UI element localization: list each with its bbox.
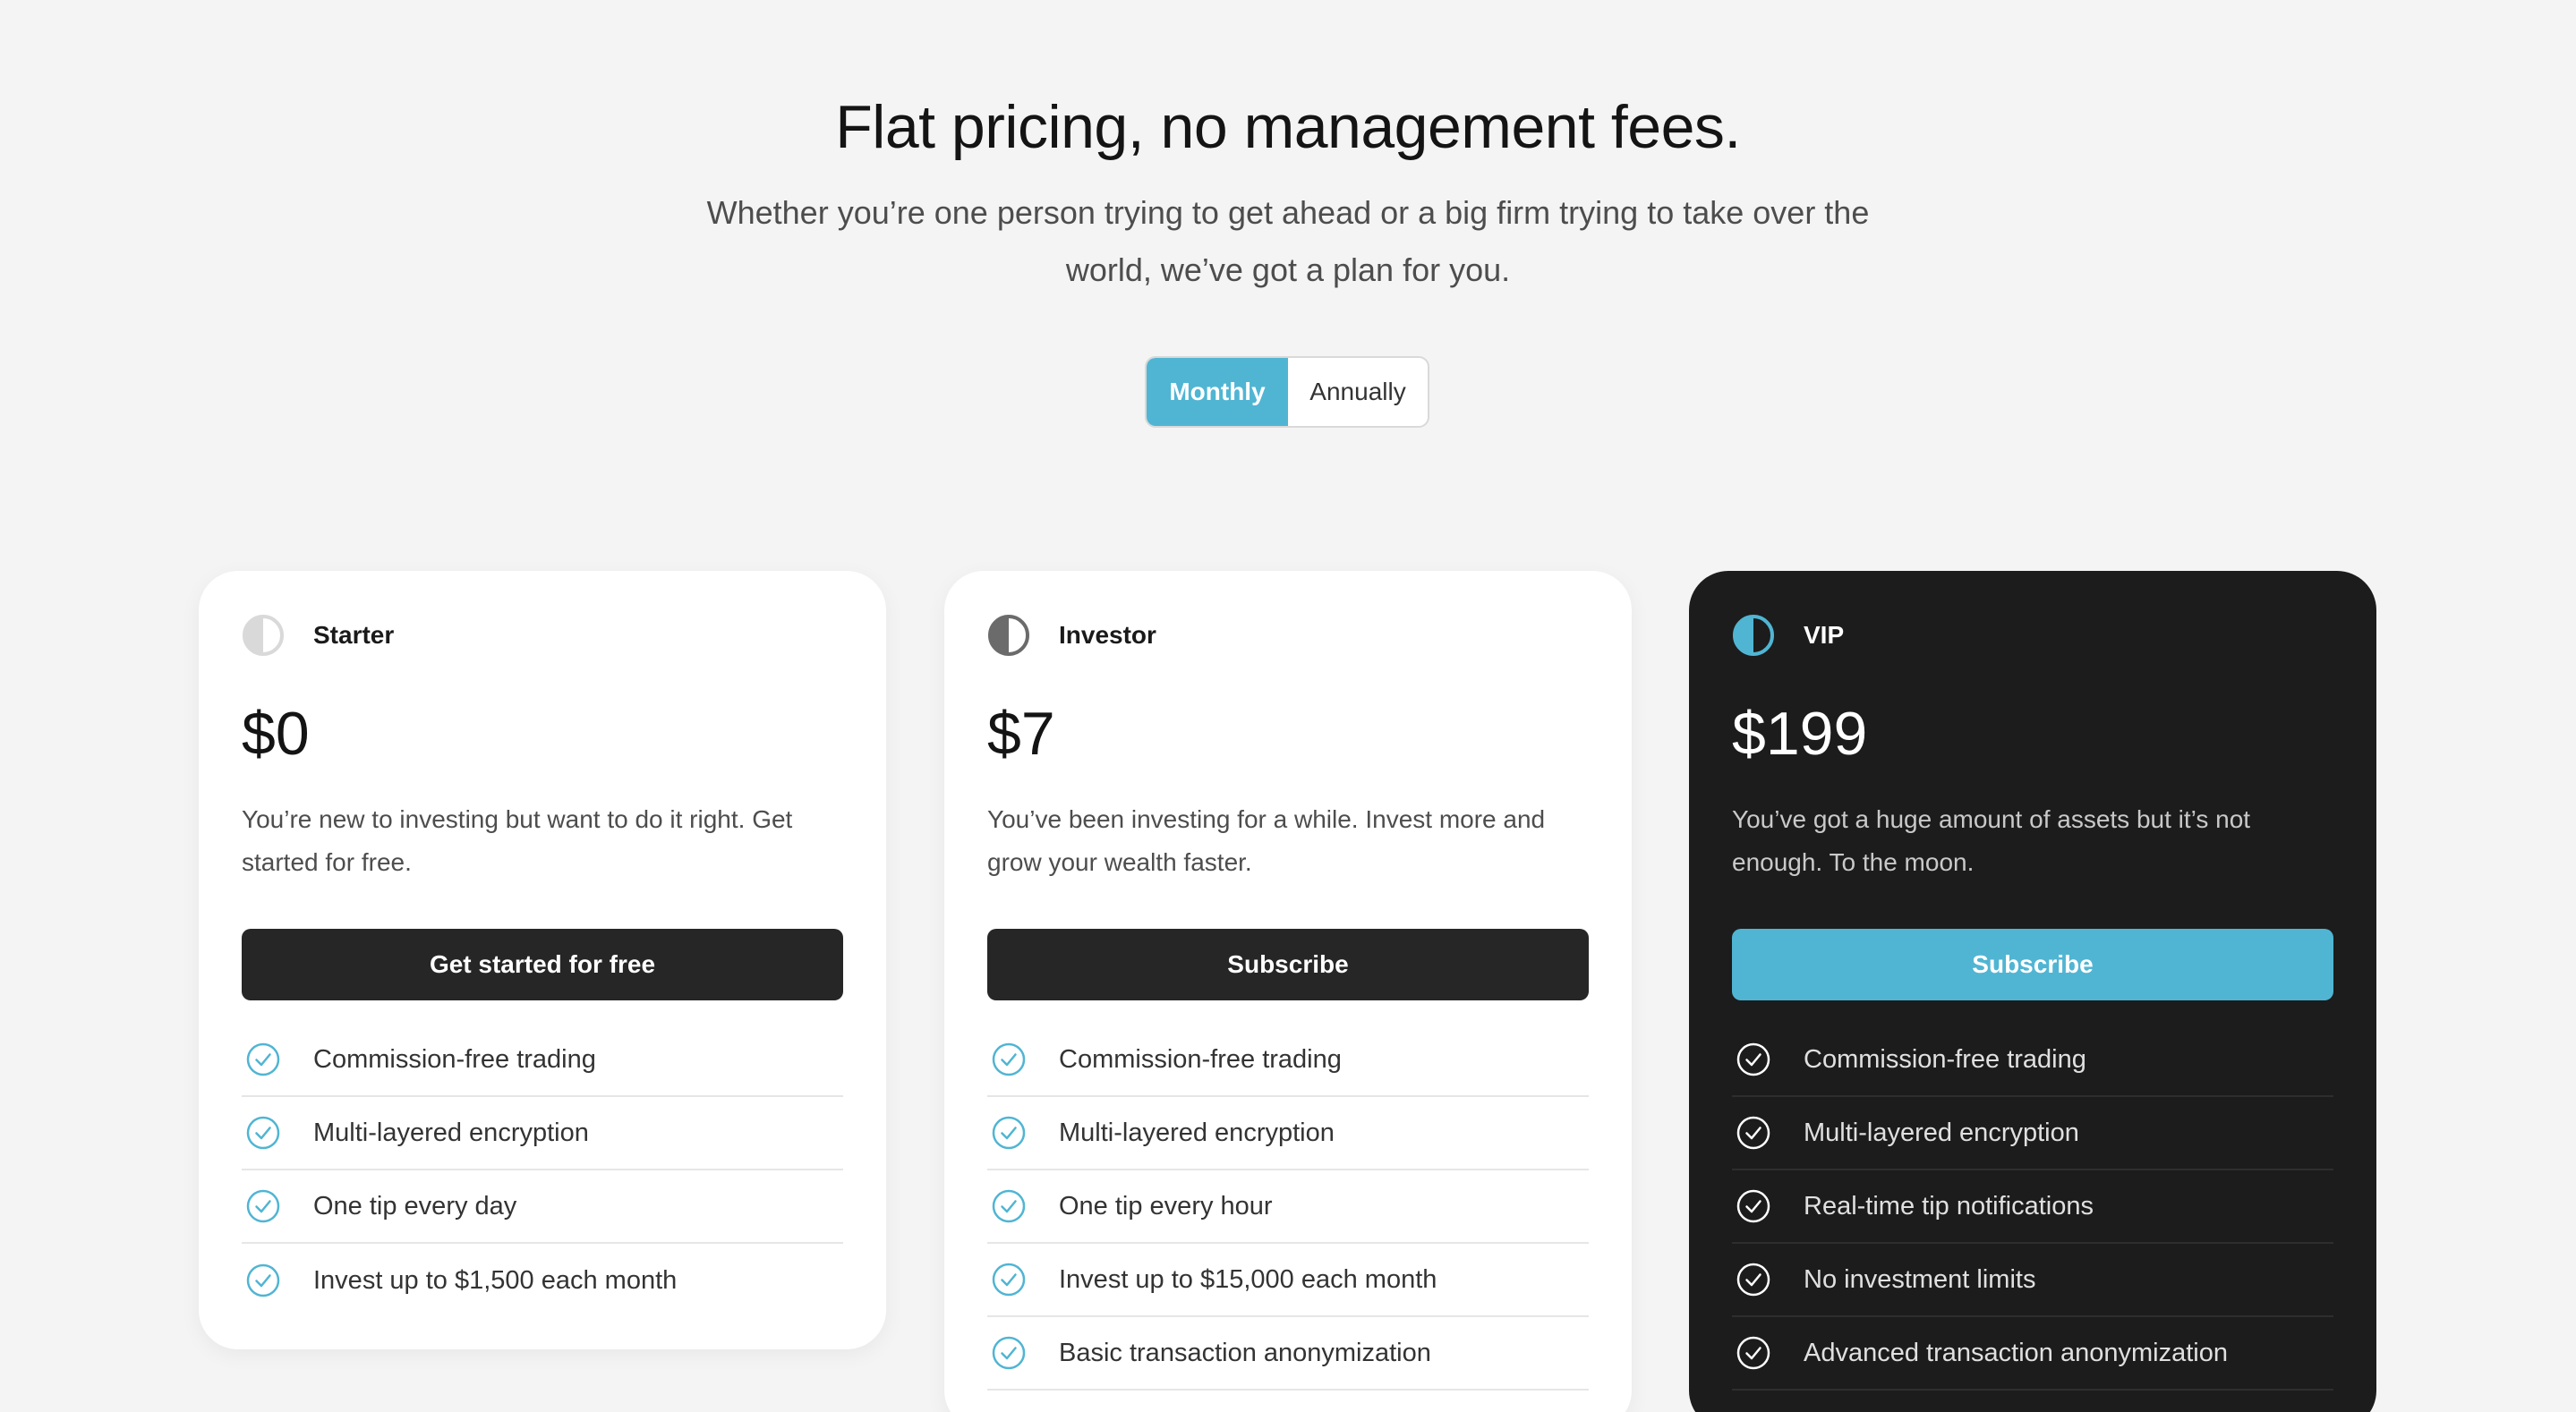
- feature-item: Multi-layered encryption: [987, 1097, 1589, 1170]
- check-circle-icon: [1736, 1189, 1770, 1223]
- check-circle-icon: [992, 1336, 1026, 1370]
- feature-item: Commission-free trading: [1732, 1024, 2333, 1097]
- feature-label: Basic transaction anonymization: [1059, 1338, 1431, 1367]
- page-subtitle: Whether you’re one person trying to get …: [706, 194, 1870, 288]
- feature-item: Invest up to $1,500 each month: [242, 1244, 843, 1317]
- plan-description: You’ve been investing for a while. Inves…: [987, 805, 1546, 876]
- feature-list: Commission-free trading Multi-layered en…: [242, 1024, 843, 1317]
- check-circle-icon: [246, 1263, 280, 1297]
- plan-description: You’ve got a huge amount of assets but i…: [1732, 805, 2251, 876]
- feature-item: Basic transaction anonymization: [987, 1317, 1589, 1391]
- billing-period-toggle: Monthly Annually: [1145, 356, 1429, 428]
- feature-item: Commission-free trading: [987, 1024, 1589, 1097]
- feature-label: Commission-free trading: [1804, 1044, 2086, 1074]
- plan-header: Starter: [242, 614, 394, 657]
- check-circle-icon: [992, 1263, 1026, 1297]
- subscribe-button[interactable]: Subscribe: [987, 929, 1589, 1000]
- plan-price: $0: [242, 700, 310, 768]
- plan-name: Investor: [1059, 621, 1156, 649]
- feature-label: Multi-layered encryption: [1804, 1118, 2079, 1147]
- plan-price: $7: [987, 700, 1055, 768]
- get-started-button[interactable]: Get started for free: [242, 929, 843, 1000]
- plan-card-starter: Starter $0 You’re new to investing but w…: [199, 571, 886, 1349]
- check-circle-icon: [1736, 1263, 1770, 1297]
- plan-header: VIP: [1732, 614, 1844, 657]
- half-circle-light-icon: [243, 615, 284, 656]
- plan-price: $199: [1732, 700, 1868, 768]
- check-circle-icon: [246, 1116, 280, 1150]
- plan-description: You’re new to investing but want to do i…: [242, 805, 793, 876]
- page-title: Flat pricing, no management fees.: [835, 93, 1741, 161]
- check-circle-icon: [992, 1189, 1026, 1223]
- half-circle-blue-icon: [1733, 615, 1774, 656]
- pricing-page: Flat pricing, no management fees. Whethe…: [0, 0, 2576, 1412]
- check-circle-icon: [1736, 1042, 1770, 1076]
- feature-label: One tip every day: [313, 1191, 517, 1221]
- feature-item: One tip every hour: [987, 1170, 1589, 1244]
- feature-label: Commission-free trading: [1059, 1044, 1342, 1074]
- check-circle-icon: [246, 1189, 280, 1223]
- plan-card-vip: VIP $199 You’ve got a huge amount of ass…: [1689, 571, 2376, 1412]
- check-circle-icon: [992, 1116, 1026, 1150]
- feature-list: Commission-free trading Multi-layered en…: [987, 1024, 1589, 1391]
- feature-item: Multi-layered encryption: [242, 1097, 843, 1170]
- plan-name: VIP: [1804, 621, 1845, 649]
- feature-item: Invest up to $15,000 each month: [987, 1244, 1589, 1317]
- feature-label: Invest up to $1,500 each month: [313, 1265, 678, 1295]
- feature-label: No investment limits: [1804, 1264, 2036, 1294]
- feature-item: One tip every day: [242, 1170, 843, 1244]
- feature-item: Commission-free trading: [242, 1024, 843, 1097]
- feature-item: No investment limits: [1732, 1244, 2333, 1317]
- plan-name: Starter: [313, 621, 395, 649]
- plan-card-investor: Investor $7 You’ve been investing for a …: [944, 571, 1632, 1412]
- feature-label: One tip every hour: [1059, 1191, 1273, 1221]
- check-circle-icon: [246, 1042, 280, 1076]
- subscribe-button[interactable]: Subscribe: [1732, 929, 2333, 1000]
- feature-label: Real-time tip notifications: [1804, 1191, 2094, 1221]
- feature-list: Commission-free trading Multi-layered en…: [1732, 1024, 2333, 1391]
- half-circle-gray-icon: [988, 615, 1029, 656]
- feature-item: Multi-layered encryption: [1732, 1097, 2333, 1170]
- check-circle-icon: [992, 1042, 1026, 1076]
- feature-label: Advanced transaction anonymization: [1804, 1338, 2228, 1367]
- feature-label: Multi-layered encryption: [313, 1118, 589, 1147]
- feature-label: Invest up to $15,000 each month: [1059, 1264, 1437, 1294]
- feature-item: Advanced transaction anonymization: [1732, 1317, 2333, 1391]
- check-circle-icon: [1736, 1116, 1770, 1150]
- check-circle-icon: [1736, 1336, 1770, 1370]
- plan-header: Investor: [987, 614, 1156, 657]
- feature-item: Real-time tip notifications: [1732, 1170, 2333, 1244]
- feature-label: Commission-free trading: [313, 1044, 596, 1074]
- toggle-monthly[interactable]: Monthly: [1147, 358, 1288, 426]
- feature-label: Multi-layered encryption: [1059, 1118, 1335, 1147]
- toggle-annually[interactable]: Annually: [1288, 358, 1428, 426]
